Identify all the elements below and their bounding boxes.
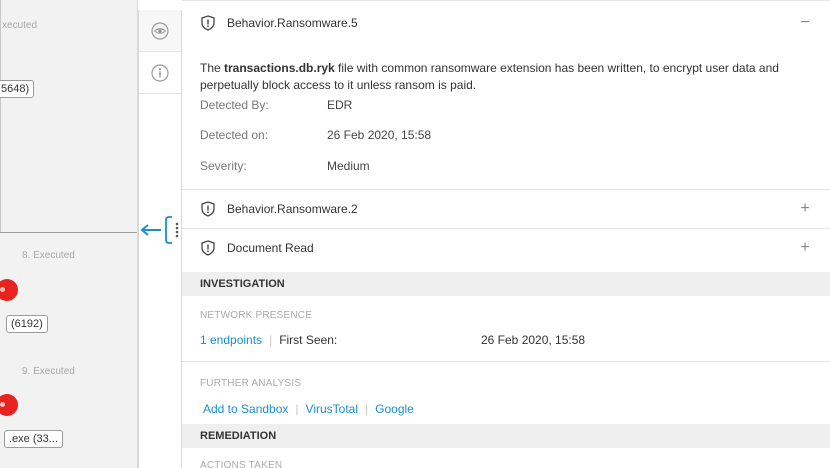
- detection-title: Behavior.Ransomware.5: [227, 16, 358, 30]
- detected-on-value: 26 Feb 2020, 15:58: [327, 128, 432, 142]
- shield-alert-icon: [201, 201, 215, 217]
- first-seen-label: First Seen:: [279, 333, 338, 347]
- network-presence-heading: NETWORK PRESENCE: [200, 310, 313, 321]
- separator: |: [365, 402, 369, 416]
- endpoints-link[interactable]: 1 endpoints: [200, 333, 262, 347]
- eye-icon: [151, 21, 169, 40]
- severity-value: Medium: [327, 159, 370, 173]
- investigation-section-header: INVESTIGATION: [182, 272, 830, 296]
- expand-toggle-button[interactable]: +: [798, 200, 812, 218]
- alert-node-icon[interactable]: [0, 394, 18, 416]
- graph-node-label[interactable]: (6192): [6, 315, 48, 333]
- graph-step-label: xecuted: [2, 20, 38, 31]
- info-icon: [151, 63, 169, 82]
- graph-node-label[interactable]: 5648): [0, 80, 35, 98]
- add-to-sandbox-link[interactable]: Add to Sandbox: [203, 402, 288, 416]
- further-analysis-heading: FURTHER ANALYSIS: [200, 378, 302, 389]
- detected-by-label: Detected By:: [200, 98, 269, 112]
- collapse-toggle-button[interactable]: −: [798, 14, 812, 32]
- alert-node-icon[interactable]: [0, 279, 18, 301]
- detection-description: The transactions.db.ryk file with common…: [200, 61, 779, 92]
- divider: [182, 361, 830, 362]
- detection-detail-panel: Behavior.Ransomware.5 − The transactions…: [182, 0, 830, 468]
- detected-on-label: Detected on:: [200, 128, 269, 142]
- expand-toggle-button[interactable]: +: [798, 239, 812, 257]
- actions-taken-heading: ACTIONS TAKEN: [200, 460, 283, 468]
- graph-edge: [0, 232, 137, 233]
- detected-by-value: EDR: [327, 98, 353, 112]
- graph-step-label: 9. Executed: [22, 366, 75, 377]
- graph-step-label: 8. Executed: [22, 250, 75, 261]
- file-name: transactions.db.ryk: [224, 61, 335, 75]
- bracket-icon: [165, 216, 172, 244]
- virustotal-link[interactable]: VirusTotal: [306, 402, 358, 416]
- network-presence-row: 1 endpoints | First Seen:: [200, 333, 337, 347]
- google-link[interactable]: Google: [375, 402, 414, 416]
- shield-alert-icon: [201, 240, 215, 256]
- process-view-button[interactable]: [139, 10, 181, 52]
- detection-header[interactable]: Behavior.Ransomware.5 −: [182, 1, 830, 45]
- shield-alert-icon: [201, 15, 215, 31]
- process-graph-panel[interactable]: xecuted 5648) 8. Executed (6192) 9. Exec…: [0, 0, 138, 468]
- detection-title: Behavior.Ransomware.2: [227, 202, 358, 216]
- remediation-section-header: REMEDIATION: [182, 424, 830, 448]
- further-analysis-links: Add to Sandbox | VirusTotal | Google: [203, 402, 414, 416]
- separator: |: [269, 333, 273, 347]
- graph-edge: [0, 0, 1, 232]
- detection-header[interactable]: Behavior.Ransomware.2 +: [182, 190, 830, 228]
- detection-header[interactable]: Document Read +: [182, 229, 830, 267]
- info-button[interactable]: [139, 52, 181, 94]
- detection-title: Document Read: [227, 241, 314, 255]
- severity-label: Severity:: [200, 159, 247, 173]
- separator: |: [295, 402, 299, 416]
- graph-node-label[interactable]: .exe (33...: [4, 430, 63, 448]
- first-seen-value: 26 Feb 2020, 15:58: [481, 333, 586, 347]
